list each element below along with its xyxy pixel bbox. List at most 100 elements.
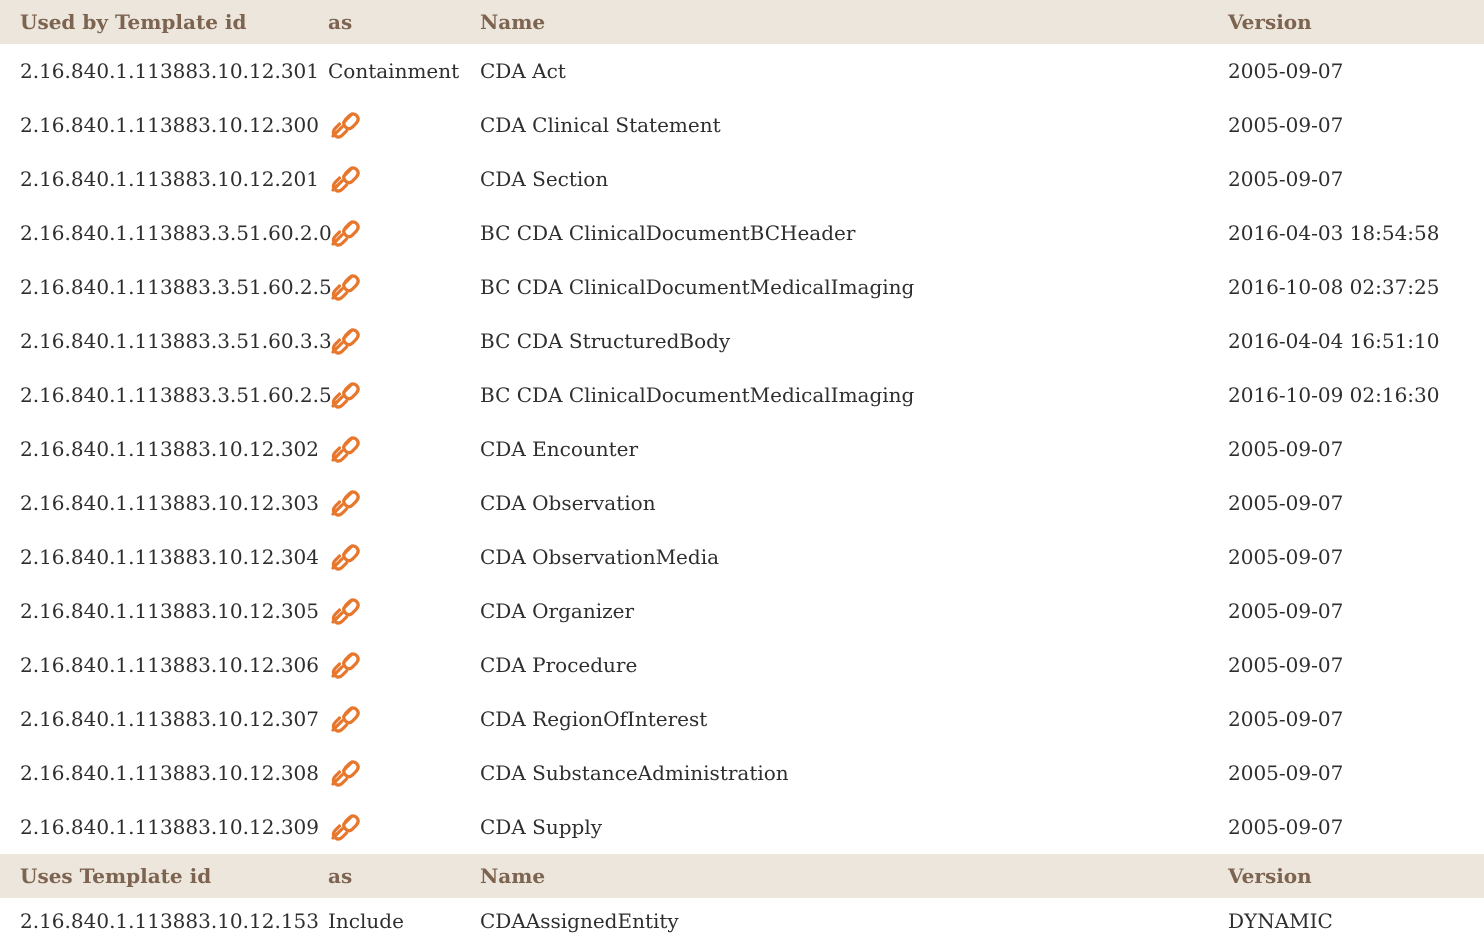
name-cell: CDA RegionOfInterest (480, 707, 708, 731)
template-id-cell: 2.16.840.1.113883.10.12.306 (20, 653, 319, 677)
used-by-version-header: Version (1224, 0, 1484, 44)
template-id-cell: 2.16.840.1.113883.3.51.60.2.5 (20, 275, 332, 299)
template-id-cell: 2.16.840.1.113883.10.12.308 (20, 761, 319, 785)
name-cell: CDA Section (480, 167, 609, 191)
version-cell: 2005-09-07 (1228, 599, 1344, 623)
used-by-row: 2.16.840.1.113883.10.12.201 CDA Section 20… (0, 152, 1484, 206)
used-by-header-row: Used by Template id as Name Version (0, 0, 1484, 44)
version-cell: 2005-09-07 (1228, 491, 1344, 515)
link-icon[interactable] (328, 596, 362, 626)
version-cell: 2005-09-07 (1228, 437, 1344, 461)
template-id-cell: 2.16.840.1.113883.10.12.153 (20, 909, 319, 933)
template-id-cell: 2.16.840.1.113883.3.51.60.3.3 (20, 329, 332, 353)
as-cell (324, 638, 474, 692)
as-cell (324, 260, 474, 314)
version-cell: 2005-09-07 (1228, 653, 1344, 677)
version-cell: 2005-09-07 (1228, 545, 1344, 569)
version-cell: 2005-09-07 (1228, 815, 1344, 839)
used-by-row: 2.16.840.1.113883.10.12.300 CDA Clinical … (0, 98, 1484, 152)
used-by-row: 2.16.840.1.113883.10.12.305 CDA Organizer… (0, 584, 1484, 638)
name-cell: BC CDA ClinicalDocumentBCHeader (480, 221, 856, 245)
name-cell: BC CDA ClinicalDocumentMedicalImaging (480, 383, 915, 407)
link-icon[interactable] (328, 758, 362, 788)
as-cell (324, 314, 474, 368)
used-by-row: 2.16.840.1.113883.10.12.306 CDA Procedure… (0, 638, 1484, 692)
template-id-cell: 2.16.840.1.113883.10.12.307 (20, 707, 319, 731)
link-icon[interactable] (328, 164, 362, 194)
template-id-cell: 2.16.840.1.113883.10.12.309 (20, 815, 319, 839)
uses-as-header: as (324, 854, 474, 898)
link-icon[interactable] (328, 272, 362, 302)
as-cell (324, 584, 474, 638)
used-by-row: 2.16.840.1.113883.3.51.60.3.3 BC CDA Stru… (0, 314, 1484, 368)
uses-version-header: Version (1224, 854, 1484, 898)
name-cell: CDA Supply (480, 815, 603, 839)
template-id-cell: 2.16.840.1.113883.10.12.201 (20, 167, 319, 191)
template-id-cell: 2.16.840.1.113883.10.12.302 (20, 437, 319, 461)
used-by-as-header: as (324, 0, 474, 44)
used-by-row: 2.16.840.1.113883.10.12.308 CDA Substance… (0, 746, 1484, 800)
uses-template-id-header: Uses Template id (0, 854, 324, 898)
link-icon[interactable] (328, 542, 362, 572)
uses-name-header: Name (474, 854, 1224, 898)
template-id-cell: 2.16.840.1.113883.10.12.305 (20, 599, 319, 623)
as-cell (324, 422, 474, 476)
as-cell (324, 368, 474, 422)
used-by-row: 2.16.840.1.113883.10.12.307 CDA RegionOfI… (0, 692, 1484, 746)
link-icon[interactable] (328, 812, 362, 842)
name-cell: CDAAssignedEntity (480, 909, 679, 933)
template-id-cell: 2.16.840.1.113883.10.12.303 (20, 491, 319, 515)
version-cell: 2005-09-07 (1228, 59, 1344, 83)
version-cell: 2005-09-07 (1228, 167, 1344, 191)
name-cell: BC CDA ClinicalDocumentMedicalImaging (480, 275, 915, 299)
link-icon[interactable] (328, 326, 362, 356)
version-cell: 2005-09-07 (1228, 707, 1344, 731)
link-icon[interactable] (328, 488, 362, 518)
used-by-row: 2.16.840.1.113883.10.12.302 CDA Encounter… (0, 422, 1484, 476)
link-icon[interactable] (328, 380, 362, 410)
used-by-row: 2.16.840.1.113883.10.12.309 CDA Supply 200… (0, 800, 1484, 854)
used-by-row: 2.16.840.1.113883.10.12.303 CDA Observati… (0, 476, 1484, 530)
as-cell (324, 98, 474, 152)
link-icon[interactable] (328, 650, 362, 680)
as-cell (324, 476, 474, 530)
used-by-row: 2.16.840.1.113883.3.51.60.2.0 BC CDA Clin… (0, 206, 1484, 260)
version-cell: 2016-04-04 16:51:10 (1228, 329, 1440, 353)
link-icon[interactable] (328, 434, 362, 464)
as-cell (324, 530, 474, 584)
as-cell: Containment (328, 59, 460, 83)
as-cell (324, 692, 474, 746)
name-cell: CDA ObservationMedia (480, 545, 720, 569)
version-cell: 2005-09-07 (1228, 761, 1344, 785)
name-cell: BC CDA StructuredBody (480, 329, 731, 353)
template-id-cell: 2.16.840.1.113883.10.12.301 (20, 59, 319, 83)
uses-row: 2.16.840.1.113883.10.12.153 Include CDAAss… (0, 898, 1484, 944)
link-icon[interactable] (328, 704, 362, 734)
version-cell: 2016-10-08 02:37:25 (1228, 275, 1440, 299)
used-by-row: 2.16.840.1.113883.3.51.60.2.5 BC CDA Clin… (0, 368, 1484, 422)
version-cell: 2005-09-07 (1228, 113, 1344, 137)
as-cell (324, 152, 474, 206)
as-cell (324, 746, 474, 800)
template-id-cell: 2.16.840.1.113883.10.12.304 (20, 545, 319, 569)
template-id-cell: 2.16.840.1.113883.10.12.300 (20, 113, 319, 137)
template-relations-table: Used by Template id as Name Version 2.16… (0, 0, 1484, 944)
link-icon[interactable] (328, 218, 362, 248)
used-by-row: 2.16.840.1.113883.3.51.60.2.5 BC CDA Clin… (0, 260, 1484, 314)
link-icon[interactable] (328, 110, 362, 140)
version-cell: 2016-04-03 18:54:58 (1228, 221, 1440, 245)
as-cell (324, 206, 474, 260)
template-id-cell: 2.16.840.1.113883.3.51.60.2.0 (20, 221, 332, 245)
used-by-row: 2.16.840.1.113883.10.12.301 Containment CD… (0, 44, 1484, 98)
as-cell (324, 800, 474, 854)
version-cell: DYNAMIC (1228, 909, 1333, 933)
used-by-template-id-header: Used by Template id (0, 0, 324, 44)
name-cell: CDA Clinical Statement (480, 113, 721, 137)
name-cell: CDA SubstanceAdministration (480, 761, 789, 785)
template-id-cell: 2.16.840.1.113883.3.51.60.2.5 (20, 383, 332, 407)
used-by-row: 2.16.840.1.113883.10.12.304 CDA Observati… (0, 530, 1484, 584)
name-cell: CDA Observation (480, 491, 656, 515)
used-by-name-header: Name (474, 0, 1224, 44)
name-cell: CDA Procedure (480, 653, 638, 677)
version-cell: 2016-10-09 02:16:30 (1228, 383, 1440, 407)
